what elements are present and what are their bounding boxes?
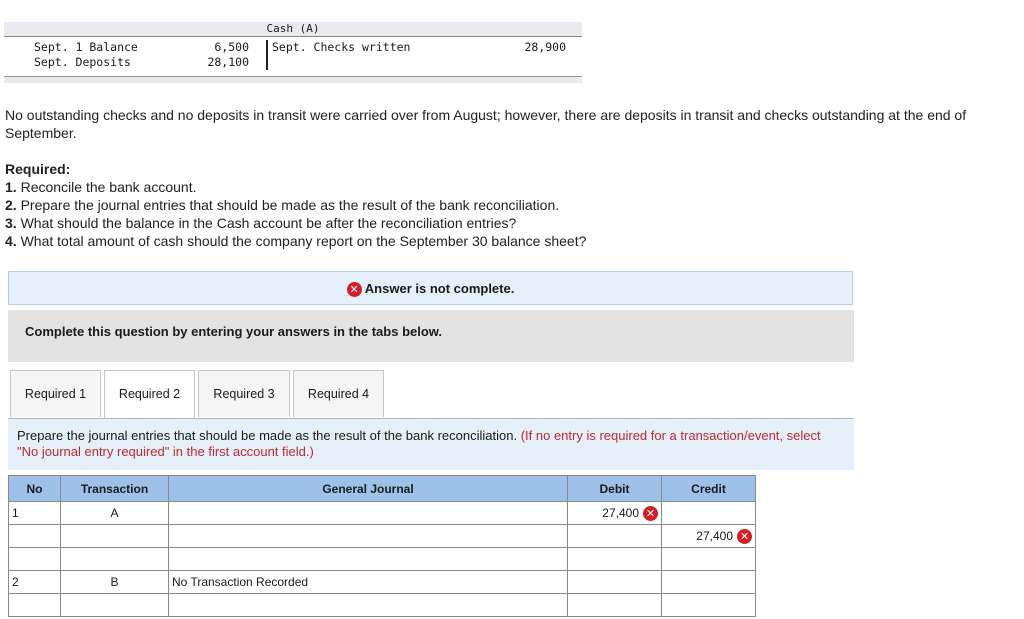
t-credit-label: Sept. Checks written bbox=[272, 40, 411, 54]
tab-bar: Required 1 Required 2 Required 3 Require… bbox=[8, 370, 854, 419]
t-account-divider bbox=[266, 40, 268, 70]
cell-no bbox=[8, 524, 61, 548]
cell-transaction bbox=[60, 593, 169, 617]
cell-no bbox=[8, 547, 61, 571]
intro-paragraph: No outstanding checks and no deposits in… bbox=[5, 107, 967, 141]
cell-no bbox=[8, 593, 61, 617]
journal-table: No Transaction General Journal Debit Cre… bbox=[8, 475, 756, 617]
debit-field[interactable] bbox=[567, 524, 662, 548]
account-field[interactable] bbox=[168, 524, 568, 548]
debit-field[interactable]: 27,400 ✕ bbox=[567, 501, 662, 525]
credit-value: 27,400 bbox=[696, 529, 733, 543]
required-item-number: 4. bbox=[5, 233, 17, 249]
complete-question-box: Complete this question by entering your … bbox=[8, 310, 854, 362]
credit-field[interactable] bbox=[661, 570, 756, 594]
cell-transaction bbox=[60, 524, 169, 548]
journal-header-row: No Transaction General Journal Debit Cre… bbox=[8, 475, 756, 502]
col-header-general-journal: General Journal bbox=[168, 475, 568, 502]
table-row bbox=[8, 547, 756, 571]
debit-value: 27,400 bbox=[602, 506, 639, 520]
table-row: 27,400 ✕ bbox=[8, 524, 756, 548]
debit-field[interactable] bbox=[567, 593, 662, 617]
col-header-debit: Debit bbox=[567, 475, 662, 502]
required-item-text: Prepare the journal entries that should … bbox=[20, 197, 560, 213]
table-row: 1 A 27,400 ✕ bbox=[8, 501, 756, 525]
answer-status-text: Answer is not complete. bbox=[364, 281, 515, 296]
required-item-text: What should the balance in the Cash acco… bbox=[20, 215, 517, 231]
required-item-number: 1. bbox=[5, 179, 17, 195]
cell-no: 2 bbox=[8, 570, 61, 594]
x-circle-icon: ✕ bbox=[346, 282, 362, 298]
table-row: 2 B No Transaction Recorded bbox=[8, 570, 756, 594]
col-header-transaction: Transaction bbox=[60, 475, 169, 502]
t-credit-amount: 28,900 bbox=[524, 40, 566, 54]
answer-status-banner: ✕ Answer is not complete. bbox=[8, 271, 853, 305]
t-debit-amount: 6,500 bbox=[214, 40, 249, 54]
credit-field[interactable] bbox=[661, 547, 756, 571]
col-header-credit: Credit bbox=[661, 475, 756, 502]
account-field[interactable] bbox=[168, 501, 568, 525]
required-item-text: What total amount of cash should the com… bbox=[20, 233, 587, 249]
debit-field[interactable] bbox=[567, 547, 662, 571]
table-row bbox=[8, 593, 756, 617]
debit-field[interactable] bbox=[567, 570, 662, 594]
x-circle-icon: ✕ bbox=[643, 505, 658, 521]
t-debit-label: Sept. 1 Balance bbox=[34, 40, 138, 54]
required-item-number: 2. bbox=[5, 197, 17, 213]
cell-transaction: A bbox=[60, 501, 169, 525]
account-field[interactable]: No Transaction Recorded bbox=[168, 570, 568, 594]
required-item: 1. Reconcile the bank account. bbox=[5, 178, 1015, 196]
required-item-number: 3. bbox=[5, 215, 17, 231]
required-item: 2. Prepare the journal entries that shou… bbox=[5, 196, 1015, 214]
required-item: 4. What total amount of cash should the … bbox=[5, 232, 1015, 250]
tab-required-1[interactable]: Required 1 bbox=[10, 370, 101, 417]
required-item-text: Reconcile the bank account. bbox=[20, 179, 197, 195]
credit-field[interactable]: 27,400 ✕ bbox=[661, 524, 756, 548]
instruction-box: Prepare the journal entries that should … bbox=[8, 419, 854, 470]
required-section: Required: 1. Reconcile the bank account.… bbox=[5, 160, 1015, 250]
account-field[interactable] bbox=[168, 593, 568, 617]
credit-field[interactable] bbox=[661, 501, 756, 525]
credit-field[interactable] bbox=[661, 593, 756, 617]
cell-transaction bbox=[60, 547, 169, 571]
t-debit-amount: 28,100 bbox=[207, 55, 249, 69]
required-item: 3. What should the balance in the Cash a… bbox=[5, 214, 1015, 232]
cell-no: 1 bbox=[8, 501, 61, 525]
tab-required-3[interactable]: Required 3 bbox=[198, 370, 290, 417]
t-account-footer bbox=[4, 76, 582, 83]
t-account-title: Cash (A) bbox=[4, 22, 582, 36]
account-field[interactable] bbox=[168, 547, 568, 571]
complete-question-text: Complete this question by entering your … bbox=[25, 324, 443, 339]
tab-required-4[interactable]: Required 4 bbox=[293, 370, 384, 417]
t-account-cash: Cash (A) Sept. 1 Balance Sept. Deposits … bbox=[4, 22, 582, 83]
x-circle-icon: ✕ bbox=[737, 528, 752, 544]
instruction-text: Prepare the journal entries that should … bbox=[17, 428, 518, 443]
col-header-no: No bbox=[8, 475, 61, 502]
cell-transaction: B bbox=[60, 570, 169, 594]
t-debit-label: Sept. Deposits bbox=[34, 55, 131, 69]
tab-required-2[interactable]: Required 2 bbox=[104, 370, 195, 418]
required-heading: Required: bbox=[5, 161, 71, 177]
